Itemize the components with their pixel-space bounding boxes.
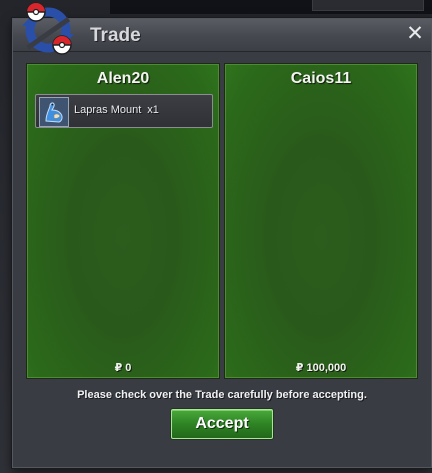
item-quantity: x1	[147, 104, 159, 116]
money-offer-left: ₽ 0	[114, 362, 132, 374]
accept-button[interactable]: Accept	[171, 409, 273, 439]
player-name-right: Caios11	[290, 70, 352, 87]
money-offer-right: ₽ 100,000	[295, 362, 347, 374]
trade-panel-right: Caios11 ₽ 100,000	[224, 63, 418, 379]
trade-window: Trade ✕ Alen20 Lapras Mount x1 ₽ 0 Caios1…	[12, 18, 432, 468]
lapras-icon	[39, 97, 69, 127]
player-name-left: Alen20	[96, 70, 150, 87]
trade-logo-icon	[18, 0, 82, 58]
close-icon[interactable]: ✕	[405, 23, 425, 44]
trade-notice: Please check over the Trade carefully be…	[77, 389, 367, 401]
trade-panel-left: Alen20 Lapras Mount x1 ₽ 0	[26, 63, 220, 379]
window-title: Trade	[90, 25, 141, 46]
trade-item[interactable]: Lapras Mount x1	[35, 94, 213, 128]
item-label: Lapras Mount x1	[74, 104, 159, 116]
background-ui-strip	[110, 0, 432, 14]
